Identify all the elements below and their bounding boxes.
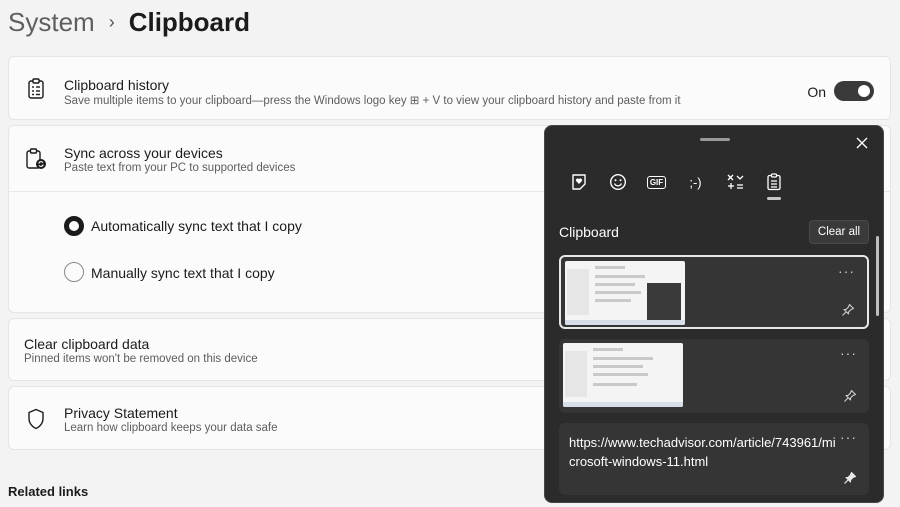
drag-handle[interactable] xyxy=(700,138,730,141)
related-links-heading: Related links xyxy=(8,484,89,499)
sync-description: Paste text from your PC to supported dev… xyxy=(64,162,296,174)
clipboard-history-description: Save multiple items to your clipboard—pr… xyxy=(64,95,681,107)
privacy-title: Privacy Statement xyxy=(64,405,178,421)
page-title: Clipboard xyxy=(128,6,251,37)
scrollbar[interactable] xyxy=(876,236,879,316)
clipboard-item-text[interactable]: https://www.techadvisor.com/article/7439… xyxy=(559,423,869,495)
clear-all-button[interactable]: Clear all xyxy=(809,220,869,244)
radio-manual-sync[interactable] xyxy=(64,262,84,282)
breadcrumb-system-link[interactable]: System xyxy=(8,7,95,38)
clipboard-history-toggle[interactable] xyxy=(834,81,874,101)
kaomoji-icon[interactable]: ;-) xyxy=(682,170,709,194)
more-options-icon[interactable]: ··· xyxy=(838,263,855,279)
clipboard-history-toggle-label: On xyxy=(807,84,826,100)
clipboard-history-card: Clipboard history Save multiple items to… xyxy=(8,56,891,120)
pinned-icon[interactable] xyxy=(843,471,859,487)
pin-icon[interactable] xyxy=(843,389,859,405)
gif-icon[interactable]: GIF xyxy=(643,170,670,194)
gif-label: GIF xyxy=(646,175,667,189)
sync-title: Sync across your devices xyxy=(64,145,223,161)
clipboard-item-image-1[interactable]: ··· xyxy=(559,255,869,329)
stickers-icon[interactable] xyxy=(565,170,592,194)
more-options-icon[interactable]: ··· xyxy=(840,345,857,361)
screenshot-thumbnail xyxy=(563,343,683,407)
clipboard-section-title: Clipboard xyxy=(559,224,619,240)
clipboard-item-text-content: https://www.techadvisor.com/article/7439… xyxy=(569,435,836,469)
screenshot-thumbnail xyxy=(565,261,685,325)
radio-auto-sync[interactable] xyxy=(64,216,84,236)
flyout-tabs: GIF ;-) xyxy=(565,170,787,200)
clipboard-list-icon xyxy=(25,78,47,100)
breadcrumb: System › Clipboard xyxy=(8,4,250,40)
emoji-icon[interactable] xyxy=(604,170,631,194)
shield-icon xyxy=(25,408,47,430)
radio-manual-sync-label[interactable]: Manually sync text that I copy xyxy=(91,265,275,281)
clipboard-item-image-2[interactable]: ··· xyxy=(559,339,869,413)
chevron-right-icon: › xyxy=(108,11,115,32)
symbols-icon[interactable] xyxy=(721,170,748,194)
clipboard-icon[interactable] xyxy=(760,170,787,200)
clear-clipboard-description: Pinned items won't be removed on this de… xyxy=(24,353,258,365)
more-options-icon[interactable]: ··· xyxy=(840,429,857,445)
clipboard-flyout: GIF ;-) Clipboard Clear all ··· ··· http… xyxy=(544,125,884,503)
clipboard-sync-icon xyxy=(25,148,47,170)
clipboard-history-title: Clipboard history xyxy=(64,77,170,93)
privacy-description: Learn how clipboard keeps your data safe xyxy=(64,422,278,434)
close-icon[interactable] xyxy=(851,132,873,154)
pin-icon[interactable] xyxy=(841,303,857,319)
radio-auto-sync-label[interactable]: Automatically sync text that I copy xyxy=(91,218,302,234)
clear-clipboard-title: Clear clipboard data xyxy=(24,336,150,352)
